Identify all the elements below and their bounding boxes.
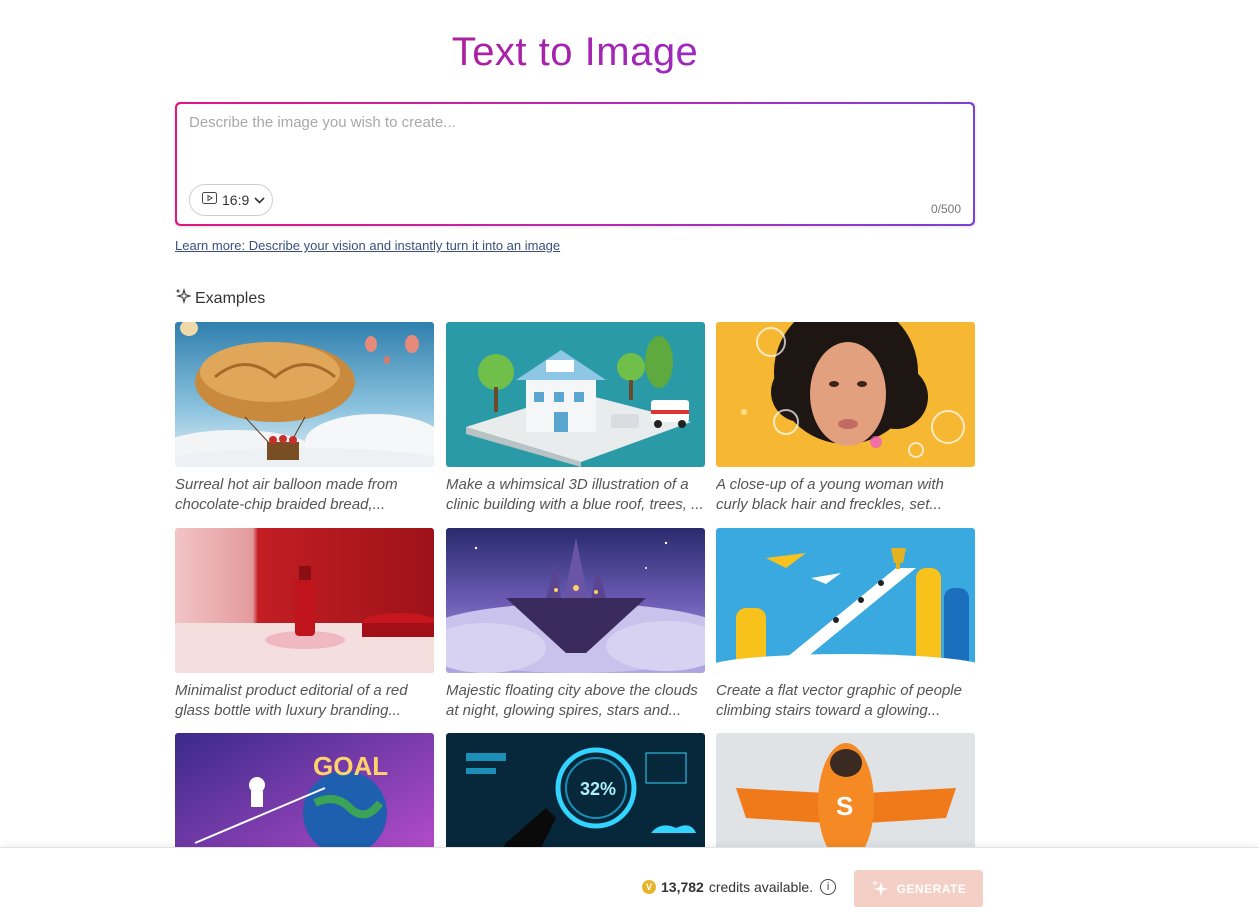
credits-label: credits available. (708, 879, 814, 895)
example-card-red-bottle[interactable]: Minimalist product editorial of a red gl… (175, 528, 434, 721)
example-caption: Majestic floating city above the clouds … (446, 682, 698, 719)
prompt-input[interactable] (189, 114, 959, 174)
example-card-curly-woman[interactable]: A close-up of a young woman with curly b… (716, 322, 975, 515)
example-image-clinic (446, 322, 705, 467)
example-caption: Minimalist product editorial of a red gl… (175, 682, 408, 719)
coin-icon: V (642, 880, 656, 894)
svg-text:S: S (836, 791, 853, 821)
example-image-red-bottle (175, 528, 434, 673)
video-frame-icon (202, 191, 217, 209)
generate-label: GENERATE (896, 882, 967, 896)
examples-label: Examples (195, 289, 266, 307)
page-title: Text to Image (175, 30, 975, 75)
prompt-box: 16:9 0/500 (175, 102, 975, 226)
examples-header: Examples (175, 287, 266, 309)
credits-number: 13,782 (661, 879, 704, 895)
example-caption: Surreal hot air balloon made from chocol… (175, 476, 398, 513)
example-card-bread-balloon[interactable]: Surreal hot air balloon made from chocol… (175, 322, 434, 515)
aspect-ratio-select[interactable]: 16:9 (189, 184, 273, 216)
example-image-bread-balloon (175, 322, 434, 467)
svg-text:GOAL: GOAL (313, 751, 388, 781)
example-image-curly-woman (716, 322, 975, 467)
svg-text:32%: 32% (580, 779, 616, 799)
example-caption: Make a whimsical 3D illustration of a cl… (446, 476, 704, 513)
generate-button[interactable]: GENERATE (854, 870, 983, 907)
char-count: 0/500 (930, 202, 961, 216)
aspect-ratio-label: 16:9 (222, 192, 250, 208)
sparkle-icon (175, 287, 193, 309)
example-card-stairs-vector[interactable]: Create a flat vector graphic of people c… (716, 528, 975, 721)
example-image-stairs-vector (716, 528, 975, 673)
footer-bar: V 13,782 credits available. i GENERATE (0, 847, 1259, 907)
learn-more-link[interactable]: Learn more: Describe your vision and ins… (175, 238, 560, 253)
example-caption: Create a flat vector graphic of people c… (716, 682, 962, 719)
chevron-down-icon (254, 191, 265, 209)
example-image-floating-city (446, 528, 705, 673)
info-icon[interactable]: i (820, 879, 837, 895)
example-card-clinic[interactable]: Make a whimsical 3D illustration of a cl… (446, 322, 705, 515)
sparkle-icon (871, 879, 889, 900)
example-caption: A close-up of a young woman with curly b… (716, 476, 944, 513)
example-card-floating-city[interactable]: Majestic floating city above the clouds … (446, 528, 705, 721)
credits-display: V 13,782 credits available. i (642, 879, 837, 895)
